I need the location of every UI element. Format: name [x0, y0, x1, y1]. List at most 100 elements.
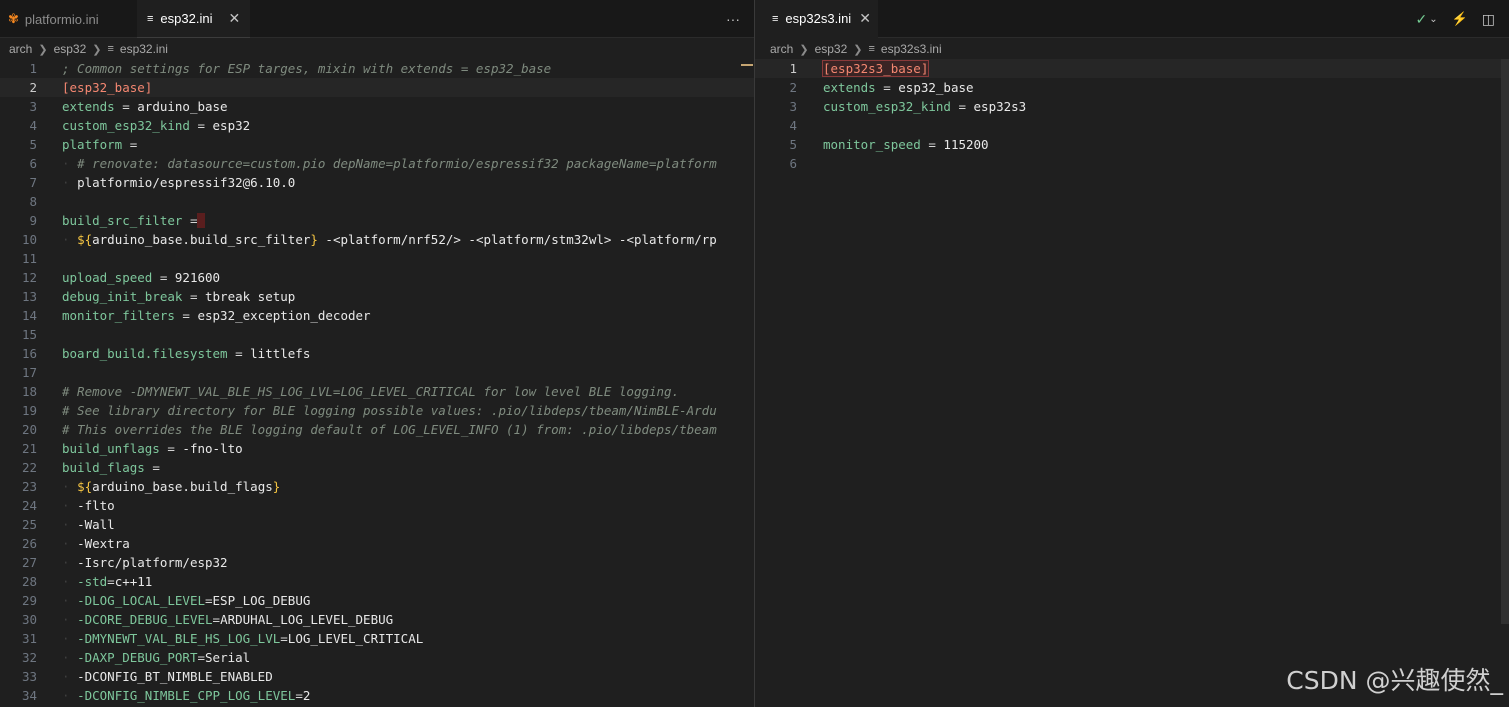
line-code: · ${arduino_base.build_src_filter} -<pla… [62, 230, 717, 249]
more-actions-icon[interactable]: ··· [726, 11, 740, 27]
right-editor-group: ≡ esp32s3.ini ✕ ✓ ⌄ ⚡ ◫ arch ❯ esp32 ❯ ≡… [755, 0, 1509, 707]
code-line[interactable]: 12 upload_speed = 921600 [0, 268, 754, 287]
platformio-icon: ✾ [8, 11, 19, 26]
code-line[interactable]: 34 · -DCONFIG_NIMBLE_CPP_LOG_LEVEL=2 [0, 686, 754, 705]
code-line[interactable]: 5 monitor_speed = 115200 [755, 135, 1509, 154]
code-line[interactable]: 11 [0, 249, 754, 268]
code-line[interactable]: 4 [755, 116, 1509, 135]
code-line[interactable]: 3 custom_esp32_kind = esp32s3 [755, 97, 1509, 116]
breadcrumb-item[interactable]: esp32 [815, 42, 848, 56]
code-token: # Remove -DMYNEWT_VAL_BLE_HS_LOG_LVL=LOG… [62, 384, 680, 399]
code-line[interactable]: 3 extends = arduino_base [0, 97, 754, 116]
line-number: 8 [29, 194, 37, 209]
code-line[interactable]: 1 [esp32s3_base] [755, 59, 1509, 78]
code-token: · [62, 574, 78, 589]
code-line[interactable]: 14 monitor_filters = esp32_exception_deco… [0, 306, 754, 325]
line-code: · platformio/espressif32@6.10.0 [62, 173, 295, 192]
line-code: · -Wall [62, 515, 115, 534]
code-line[interactable]: 22 build_flags = [0, 458, 754, 477]
code-token: ; Common settings for ESP targes, mixin … [62, 61, 552, 76]
code-token: build_unflags [62, 441, 160, 456]
code-editor[interactable]: 1 [esp32s3_base] 2 extends = esp32_base 3 cus… [755, 59, 1509, 707]
line-number: 22 [21, 460, 37, 475]
tab-platformio-ini[interactable]: ✾ platformio.ini [0, 0, 136, 38]
scroll-marker [741, 64, 753, 66]
code-token: littlefs [250, 346, 311, 361]
code-line[interactable]: 29 · -DLOG_LOCAL_LEVEL=ESP_LOG_DEBUG [0, 591, 754, 610]
code-line[interactable]: 30 · -DCORE_DEBUG_LEVEL=ARDUHAL_LOG_LEVEL… [0, 610, 754, 629]
code-line[interactable]: 6 [755, 154, 1509, 173]
code-line[interactable]: 24 · -flto [0, 496, 754, 515]
code-token: -Wall [77, 517, 115, 532]
close-icon[interactable]: ✕ [228, 10, 240, 27]
line-code: extends = arduino_base [62, 97, 228, 116]
code-token: = [212, 612, 221, 627]
code-line[interactable]: 19 # See library directory for BLE loggin… [0, 401, 754, 420]
code-line[interactable]: 6 · # renovate: datasource=custom.pio dep… [0, 154, 754, 173]
code-line[interactable]: 32 · -DAXP_DEBUG_PORT=Serial [0, 648, 754, 667]
code-token: arduino_base.build_flags [92, 479, 273, 494]
code-line[interactable]: 23 · ${arduino_base.build_flags} [0, 477, 754, 496]
code-line[interactable]: 9 build_src_filter = [0, 211, 754, 230]
code-token: = [205, 593, 213, 608]
line-code: monitor_filters = esp32_exception_decode… [62, 306, 371, 325]
code-line[interactable]: 15 [0, 325, 754, 344]
line-code: · -flto [62, 496, 115, 515]
line-number: 9 [29, 213, 37, 228]
line-code: custom_esp32_kind = esp32 [62, 116, 250, 135]
code-token: = [114, 99, 138, 114]
code-line[interactable]: 5 platform = [0, 135, 754, 154]
line-number: 26 [21, 536, 37, 551]
split-editor-icon[interactable]: ◫ [1482, 11, 1495, 28]
breadcrumb-item[interactable]: arch [770, 42, 793, 56]
line-code: · -Isrc/platform/esp32 [62, 553, 228, 572]
code-line[interactable]: 7 · platformio/espressif32@6.10.0 [0, 173, 754, 192]
line-number: 4 [29, 118, 37, 133]
code-line[interactable]: 13 debug_init_break = tbreak setup [0, 287, 754, 306]
chevron-down-icon[interactable]: ⌄ [1429, 14, 1437, 25]
code-token: build_flags [62, 460, 145, 475]
code-line[interactable]: 4 custom_esp32_kind = esp32 [0, 116, 754, 135]
breadcrumb-item[interactable]: arch [9, 42, 32, 56]
code-line[interactable]: 28 · -std=c++11 [0, 572, 754, 591]
code-token: 2 [302, 688, 311, 703]
line-number: 11 [21, 251, 37, 266]
line-code: [esp32s3_base] [821, 59, 930, 78]
code-line[interactable]: 2 [esp32_base] [0, 78, 754, 97]
code-token: monitor_speed [823, 137, 921, 152]
code-line[interactable]: 1 ; Common settings for ESP targes, mixin… [0, 59, 754, 78]
code-line[interactable]: 26 · -Wextra [0, 534, 754, 553]
tab-esp32s3-ini[interactable]: ≡ esp32s3.ini ✕ [755, 0, 878, 38]
code-line[interactable]: 18 # Remove -DMYNEWT_VAL_BLE_HS_LOG_LVL=L… [0, 382, 754, 401]
breadcrumb-item[interactable]: esp32 [54, 42, 87, 56]
line-number: 3 [29, 99, 37, 114]
check-icon[interactable]: ✓ [1415, 11, 1427, 28]
code-token: = [107, 574, 115, 589]
code-line[interactable]: 31 · -DMYNEWT_VAL_BLE_HS_LOG_LVL=LOG_LEVE… [0, 629, 754, 648]
code-token: # renovate: datasource=custom.pio depNam… [77, 156, 717, 171]
tab-esp32-ini[interactable]: ≡ esp32.ini ✕ [137, 0, 250, 38]
code-token: debug_init_break [62, 289, 183, 304]
code-line[interactable]: 21 build_unflags = -fno-lto [0, 439, 754, 458]
breadcrumb-item[interactable]: esp32.ini [120, 42, 168, 56]
code-line[interactable]: 20 # This overrides the BLE logging defau… [0, 420, 754, 439]
code-token: · [62, 650, 78, 665]
code-token: 115200 [943, 137, 989, 152]
plug-icon[interactable]: ⚡ [1452, 11, 1468, 27]
code-line[interactable]: 2 extends = esp32_base [755, 78, 1509, 97]
code-line[interactable]: 17 [0, 363, 754, 382]
code-line[interactable]: 25 · -Wall [0, 515, 754, 534]
code-token: [esp32_base] [62, 80, 153, 95]
code-line[interactable]: 10 · ${arduino_base.build_src_filter} -<p… [0, 230, 754, 249]
code-line[interactable]: 16 board_build.filesystem = littlefs [0, 344, 754, 363]
breadcrumb: arch ❯ esp32 ❯ ≡ esp32s3.ini [755, 39, 1509, 59]
line-number: 5 [29, 137, 37, 152]
breadcrumb-item[interactable]: esp32s3.ini [881, 42, 942, 56]
line-code: upload_speed = 921600 [62, 268, 220, 287]
code-line[interactable]: 33 · -DCONFIG_BT_NIMBLE_ENABLED [0, 667, 754, 686]
vertical-scrollbar[interactable] [1501, 59, 1509, 624]
code-line[interactable]: 27 · -Isrc/platform/esp32 [0, 553, 754, 572]
code-line[interactable]: 8 [0, 192, 754, 211]
close-icon[interactable]: ✕ [859, 10, 871, 27]
code-editor[interactable]: 1 ; Common settings for ESP targes, mixin… [0, 59, 754, 707]
